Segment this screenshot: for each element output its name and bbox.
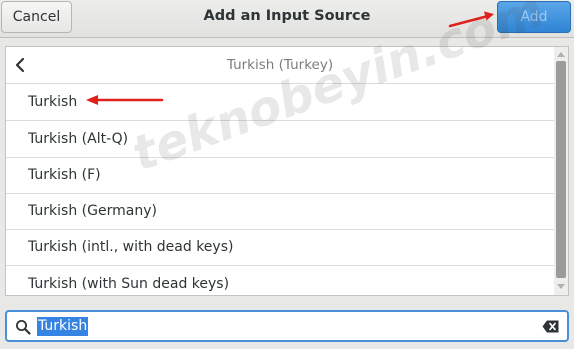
dialog-title: Add an Input Source <box>203 8 371 24</box>
list-header: Turkish (Turkey) <box>6 47 554 84</box>
list-item[interactable]: Turkish (with Sun dead keys) <box>6 265 554 302</box>
list-header-title: Turkish (Turkey) <box>226 57 334 73</box>
header-bar: Cancel Add an Input Source Add <box>0 0 574 38</box>
search-text-selected[interactable]: Turkish <box>37 317 89 336</box>
search-icon <box>16 320 31 335</box>
scroll-down-arrow-icon[interactable] <box>557 283 565 291</box>
scroll-up-arrow-icon[interactable] <box>557 50 565 58</box>
search-input[interactable]: Turkish <box>5 310 569 342</box>
input-source-list: Turkish (Turkey) Turkish Turkish (Alt-Q)… <box>5 46 569 296</box>
add-button[interactable]: Add <box>497 1 571 33</box>
list-item[interactable]: Turkish (Germany) <box>6 193 554 230</box>
scrollbar[interactable] <box>554 47 568 295</box>
scrollbar-thumb[interactable] <box>556 61 566 278</box>
list-item[interactable]: Turkish (Alt-Q) <box>6 121 554 158</box>
list-item[interactable]: Turkish <box>6 84 554 121</box>
list-item[interactable]: Turkish (intl., with dead keys) <box>6 229 554 266</box>
list-item[interactable]: Turkish (F) <box>6 157 554 194</box>
backspace-clear-icon[interactable] <box>542 320 559 333</box>
